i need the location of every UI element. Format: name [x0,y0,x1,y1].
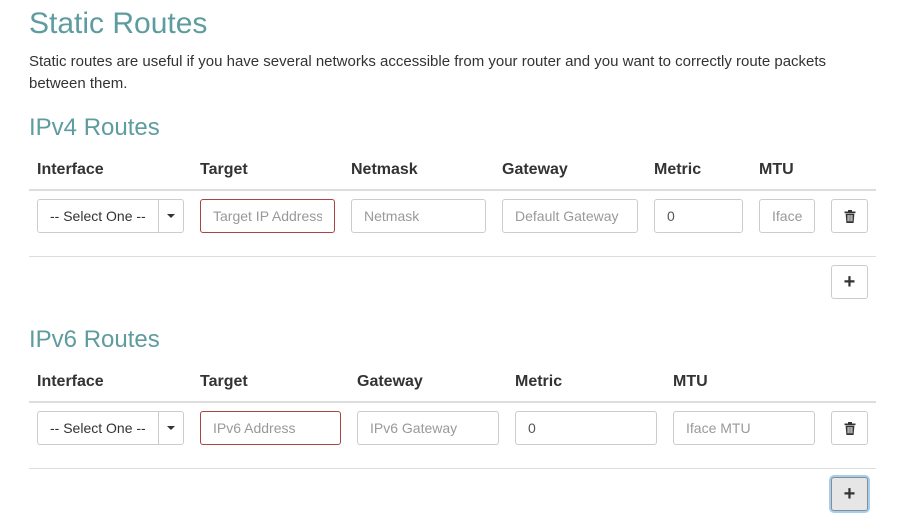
ipv6-header-metric: Metric [515,373,563,390]
page-description: Static routes are useful if you have sev… [29,53,827,92]
ipv4-delete-route-button[interactable] [831,199,868,233]
ipv4-header-target: Target [200,161,248,178]
ipv4-mtu-input[interactable] [759,199,815,233]
ipv4-header-metric: Metric [654,161,702,178]
ipv6-delete-route-button[interactable] [831,411,868,445]
ipv6-header-interface: Interface [37,373,104,390]
ipv4-header-interface: Interface [37,161,104,178]
caret-down-icon [167,214,175,218]
ipv6-header-gateway: Gateway [357,373,423,390]
ipv6-row-divider [29,468,876,469]
plus-icon: + [843,483,856,505]
ipv6-header-mtu: MTU [673,373,708,390]
ipv6-target-input[interactable] [200,411,341,445]
ipv6-gateway-input[interactable] [357,411,499,445]
page-title: Static Routes [29,7,208,40]
ipv4-header-mtu: MTU [759,161,794,178]
plus-icon: + [843,271,856,293]
ipv6-metric-input[interactable] [515,411,657,445]
ipv4-interface-dropdown-toggle[interactable] [159,199,184,233]
ipv6-interface-select-value[interactable]: -- Select One -- [37,411,159,445]
ipv4-gateway-input[interactable] [502,199,638,233]
ipv4-interface-select[interactable]: -- Select One -- [37,199,184,233]
ipv6-header-target: Target [200,373,248,390]
ipv6-section-title: IPv6 Routes [29,326,160,353]
ipv4-target-input[interactable] [200,199,335,233]
ipv4-netmask-input[interactable] [351,199,486,233]
ipv4-add-route-button[interactable]: + [831,265,868,299]
ipv6-interface-select[interactable]: -- Select One -- [37,411,184,445]
ipv4-interface-select-value[interactable]: -- Select One -- [37,199,159,233]
ipv6-add-route-button[interactable]: + [831,477,868,511]
trash-icon [844,209,855,223]
ipv4-header-netmask: Netmask [351,161,418,178]
ipv4-header-gateway: Gateway [502,161,568,178]
ipv4-row-divider [29,256,876,257]
caret-down-icon [167,426,175,430]
ipv6-interface-dropdown-toggle[interactable] [159,411,184,445]
trash-icon [844,421,855,435]
ipv4-metric-input[interactable] [654,199,743,233]
ipv4-header-divider [29,189,876,191]
ipv6-header-divider [29,401,876,403]
ipv6-mtu-input[interactable] [673,411,815,445]
ipv4-section-title: IPv4 Routes [29,114,160,141]
